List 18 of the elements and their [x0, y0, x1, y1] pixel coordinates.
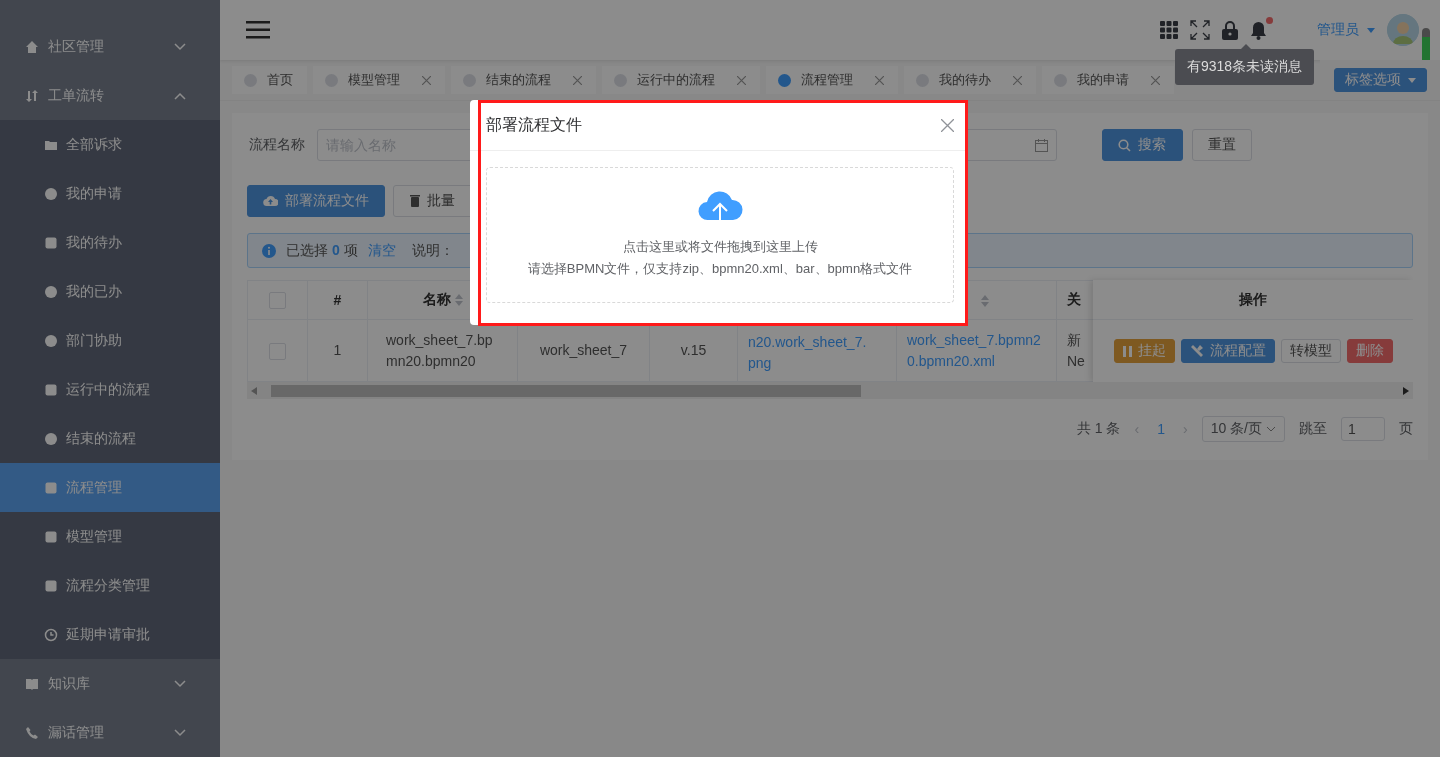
notification-tooltip: 有9318条未读消息 — [1175, 44, 1315, 85]
table-cell: v.15 — [680, 342, 707, 358]
selection-count: 已选择 0 项 — [286, 241, 358, 260]
column-header: 操作 — [1239, 290, 1267, 309]
field-label: 流程名称 — [249, 136, 305, 154]
column-header: 名称 — [422, 291, 463, 307]
note-label: 说明： — [411, 241, 454, 260]
column-header: # — [333, 292, 342, 308]
table-cell: 1 — [333, 342, 342, 358]
upload-hint: 点击这里或将文件拖拽到这里上传 — [622, 238, 818, 256]
column-header: 关 — [1067, 291, 1081, 307]
total-count: 共 1 条 — [1076, 420, 1121, 438]
table-cell: work_sheet_7.bpmn20.bpmn20 — [386, 331, 493, 369]
page-unit: 页 — [1399, 420, 1413, 438]
table-cell: work_sheet_7 — [539, 342, 628, 358]
jump-label: 跳至 — [1299, 420, 1327, 438]
upload-note: 请选择BPMN文件，仅支持zip、bpmn20.xml、bar、bpmn格式文件 — [527, 260, 913, 278]
table-cell: 新 Ne — [1067, 331, 1085, 369]
